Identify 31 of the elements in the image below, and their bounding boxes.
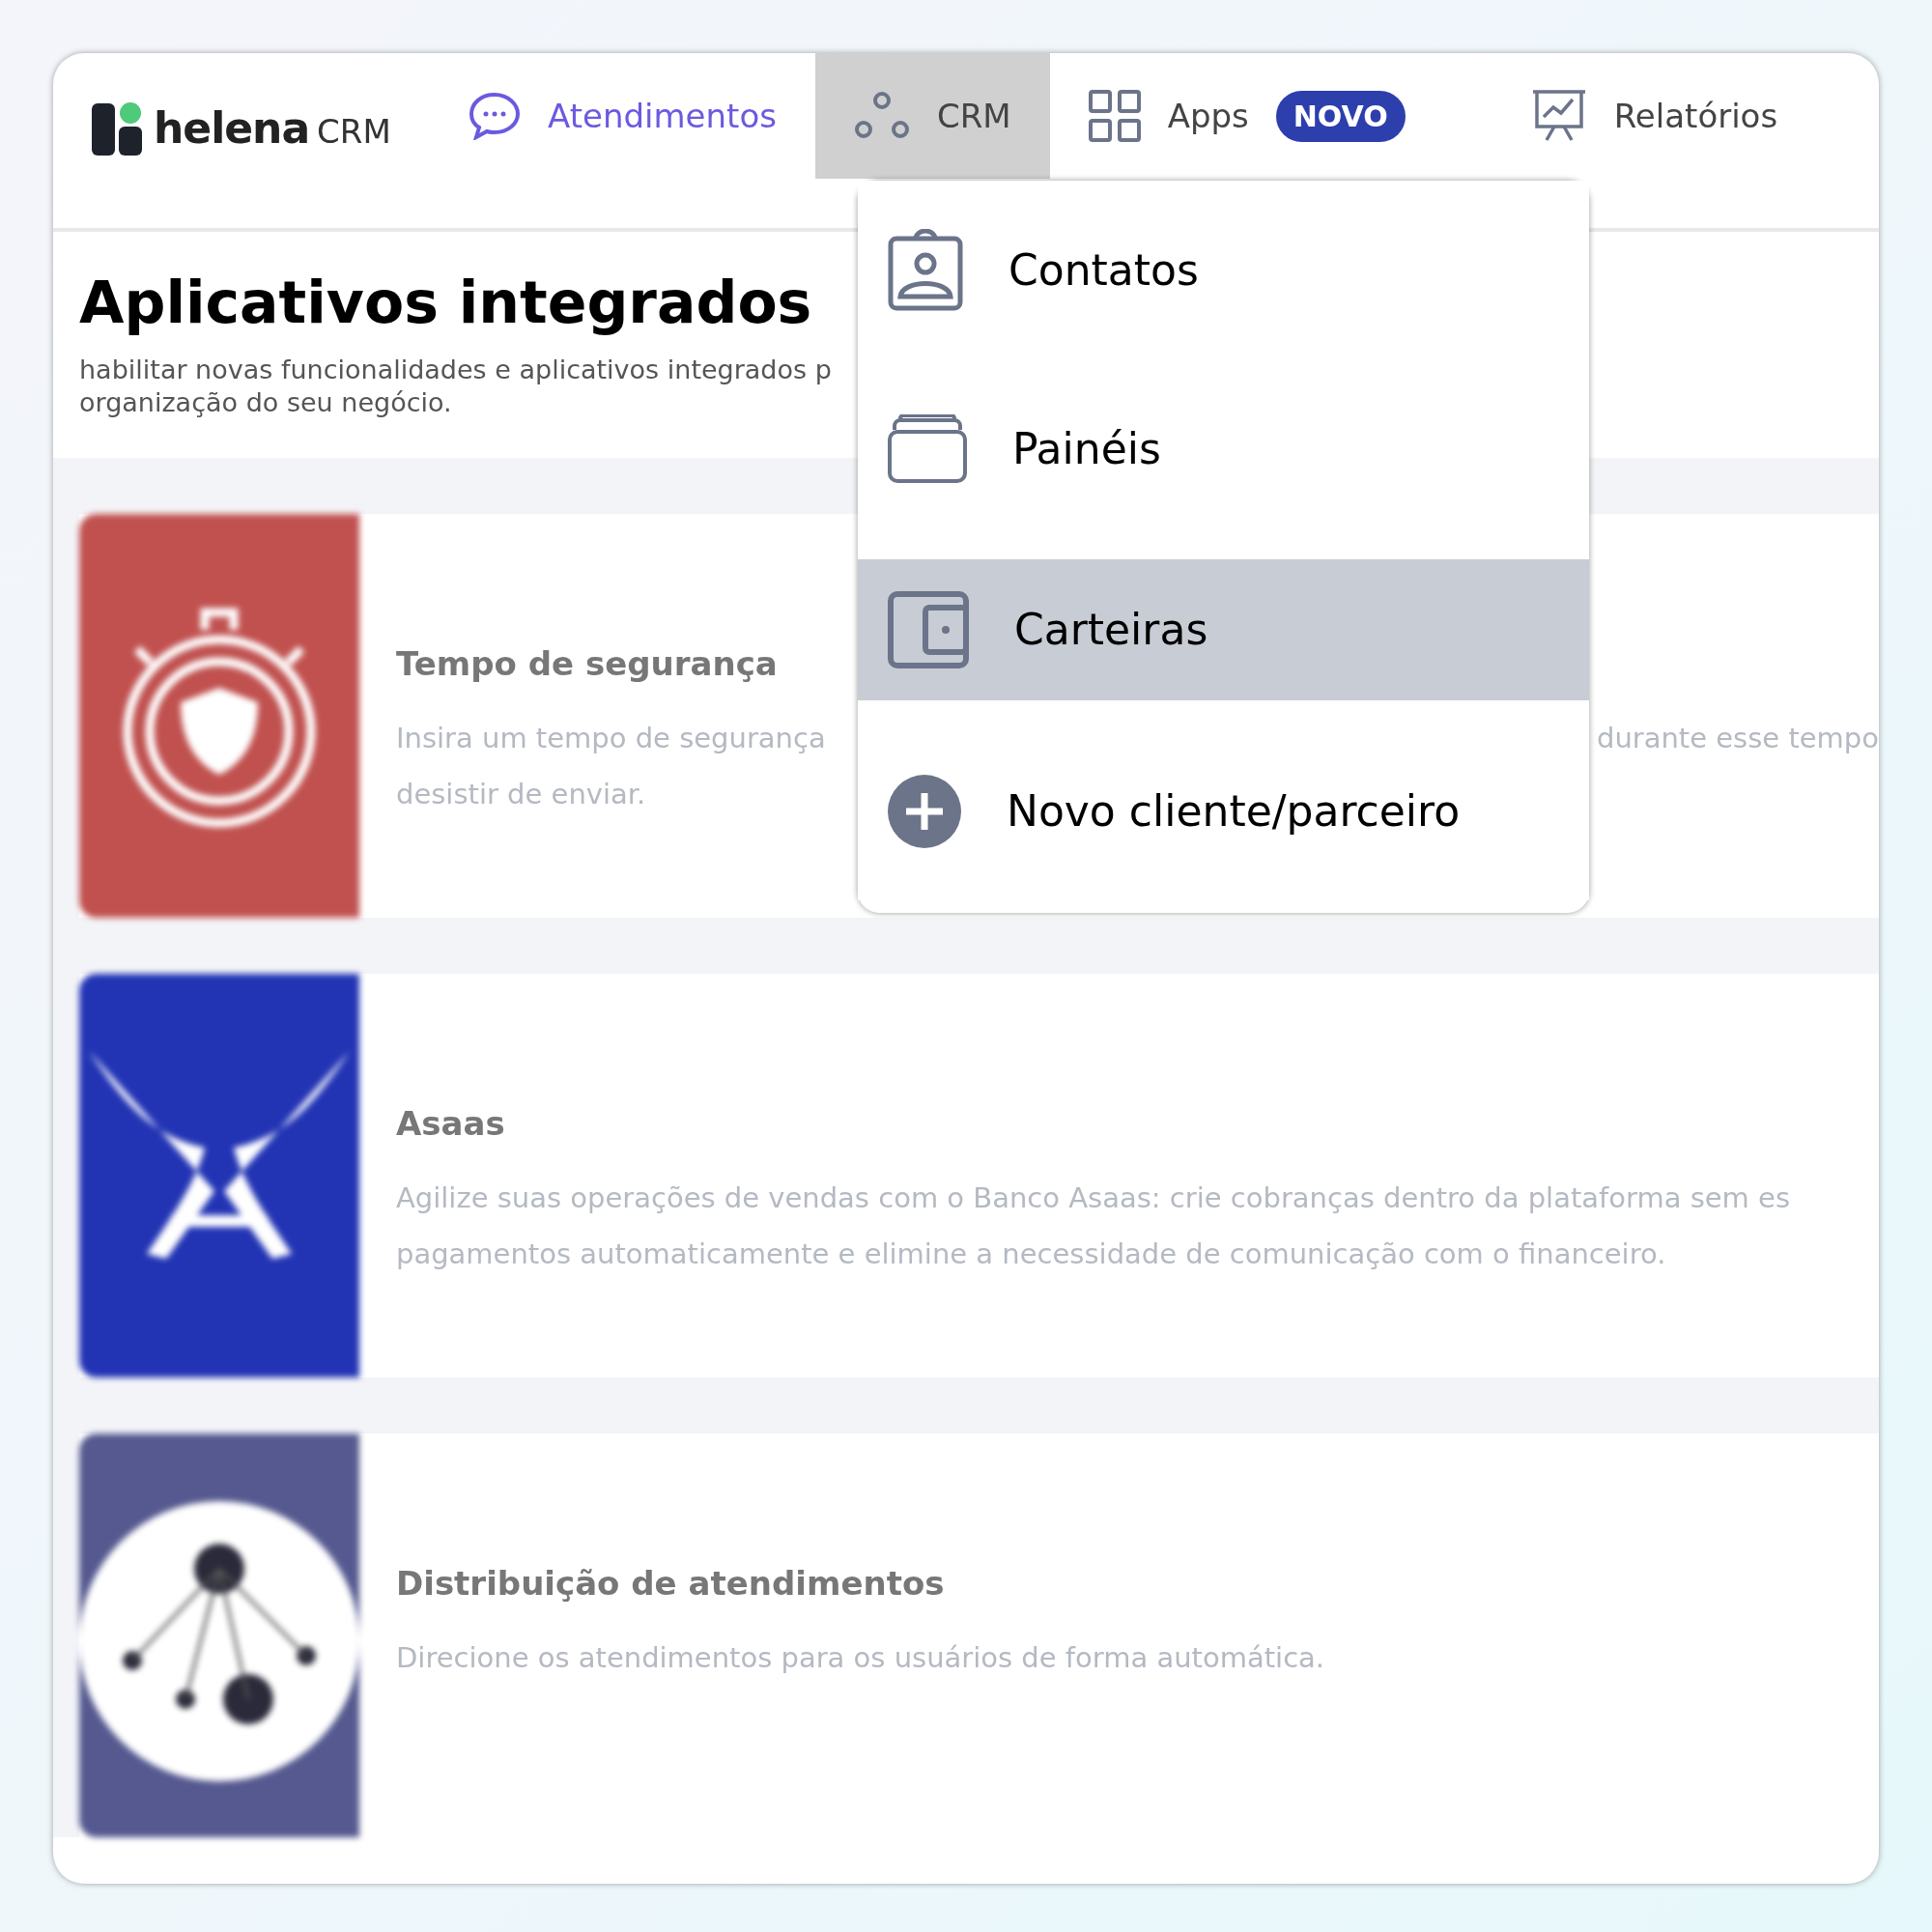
presentation-icon [1530, 88, 1587, 144]
brand-suffix: CRM [317, 110, 391, 153]
brand-name: helena [154, 102, 310, 155]
plus-circle-icon [887, 773, 962, 849]
page-title: Aplicativos integrados [79, 268, 812, 338]
chat-icon [469, 92, 521, 140]
menu-item[interactable]: Novo cliente/parceiro [858, 722, 1589, 900]
circles-icon [853, 91, 910, 141]
nav-tab[interactable]: Atendimentos [430, 53, 815, 179]
nav-tab[interactable]: Apps NOVO [1049, 53, 1444, 179]
app-description: Direcione os atendimentos para os usuários de forma automática. [396, 1640, 1325, 1676]
wallet-icon [887, 590, 970, 669]
app-description: durante esse tempo [1596, 721, 1879, 756]
grid-icon [1088, 90, 1141, 142]
new-badge: NOVO [1275, 90, 1406, 142]
menu-item[interactable]: Carteiras [858, 559, 1589, 700]
nav-tab[interactable]: CRM [814, 53, 1050, 179]
stacked-cards-icon [887, 413, 968, 484]
page-subtitle: organização do seu negócio. [79, 386, 453, 419]
app-title: Distribuição de atendimentos [396, 1563, 945, 1605]
menu-item[interactable]: Contatos [858, 181, 1589, 359]
menu-item[interactable]: Painéis [858, 359, 1589, 538]
nav-tab[interactable]: Relatórios [1492, 53, 1817, 179]
app-title: Tempo de segurança [396, 643, 778, 685]
app-description: Agilize suas operações de vendas com o Banco Asaas: crie cobranças dentro da plataforma sem es [396, 1180, 1791, 1216]
contact-card-icon [887, 228, 964, 312]
app-title: Asaas [396, 1103, 505, 1145]
page-subtitle: habilitar novas funcionalidades e aplicativos integrados p [79, 354, 833, 386]
app-description: desistir de enviar. [396, 776, 646, 812]
app-description: Insira um tempo de segurança [396, 721, 826, 756]
app-description: pagamentos automaticamente e elimine a necessidade de comunicação com o financeiro. [396, 1236, 1666, 1272]
